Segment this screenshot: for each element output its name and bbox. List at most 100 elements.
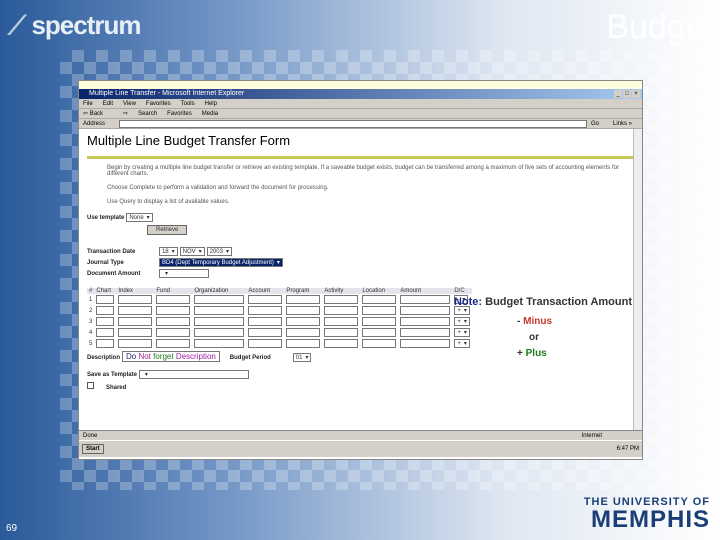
save-template-label: Save as Template [87,372,137,378]
program-input[interactable] [286,306,321,315]
back-button[interactable]: ⇦ Back [83,111,113,117]
status-bar: Done Internet [79,430,642,440]
search-button[interactable]: Search [138,111,157,117]
location-input[interactable] [362,295,397,304]
maximize-button[interactable]: □ [623,90,631,98]
activity-input[interactable] [324,317,359,326]
organization-input[interactable] [194,295,245,304]
save-template-input[interactable] [138,370,249,379]
location-input[interactable] [362,339,397,348]
index-input[interactable] [118,306,153,315]
query-text: Use Query to display a list of available… [107,199,230,205]
program-input[interactable] [286,328,321,337]
form-title: Multiple Line Budget Transfer Form [87,133,291,148]
account-input[interactable] [248,295,283,304]
account-input[interactable] [248,306,283,315]
budget-period-select[interactable]: 01 [292,353,312,362]
program-input[interactable] [286,295,321,304]
dc-select[interactable]: + [454,339,470,348]
row-number: 2 [89,307,93,314]
favorites-button[interactable]: Favorites [167,111,192,117]
menu-favorites[interactable]: Favorites [146,101,171,107]
fund-input[interactable] [156,317,191,326]
index-input[interactable] [118,328,153,337]
address-bar: Address Go Links » [79,119,642,129]
date-day-select[interactable]: 18 [158,247,178,256]
activity-input[interactable] [324,295,359,304]
forward-button[interactable]: ⇨ [123,111,128,117]
date-month-select[interactable]: NOV [179,247,205,256]
account-input[interactable] [248,317,283,326]
spectrum-logo: ⟋ spectrum [8,10,141,40]
activity-input[interactable] [324,328,359,337]
amount-input[interactable] [400,339,451,348]
organization-input[interactable] [194,339,245,348]
menu-bar: File Edit View Favorites Tools Help [79,99,642,109]
close-button[interactable]: × [632,90,640,98]
organization-input[interactable] [194,317,245,326]
row-number: 3 [89,318,93,325]
fund-input[interactable] [156,328,191,337]
fund-input[interactable] [156,306,191,315]
menu-tools[interactable]: Tools [181,101,195,107]
fund-input[interactable] [156,339,191,348]
browser-screenshot: Multiple Line Transfer - Microsoft Inter… [78,80,643,460]
menu-file[interactable]: File [83,101,93,107]
scrollbar[interactable] [633,129,642,430]
index-input[interactable] [118,339,153,348]
toolbar: ⇦ Back ⇨ Search Favorites Media [79,109,642,119]
row-number: 4 [89,329,93,336]
links-button[interactable]: Links » [613,119,632,128]
journal-type-label: Journal Type [87,260,124,266]
date-year-select[interactable]: 2003 [206,247,232,256]
organization-input[interactable] [194,328,245,337]
activity-input[interactable] [324,339,359,348]
dc-select[interactable]: + [454,328,470,337]
fund-input[interactable] [156,295,191,304]
menu-help[interactable]: Help [205,101,217,107]
amount-input[interactable] [400,328,451,337]
retrieve-button[interactable]: Retrieve [147,225,188,235]
page-content: Multiple Line Budget Transfer Form Begin… [79,129,642,430]
address-input[interactable] [119,119,587,128]
account-input[interactable] [248,339,283,348]
location-input[interactable] [362,328,397,337]
chart-input[interactable] [96,339,115,348]
location-input[interactable] [362,306,397,315]
organization-input[interactable] [194,306,245,315]
media-button[interactable]: Media [202,111,218,117]
menu-edit[interactable]: Edit [103,101,113,107]
chart-input[interactable] [96,306,115,315]
shared-checkbox[interactable] [87,382,94,389]
program-input[interactable] [286,317,321,326]
location-input[interactable] [362,317,397,326]
go-button[interactable]: Go [591,119,599,128]
row-number: 1 [89,296,93,303]
index-input[interactable] [118,317,153,326]
index-input[interactable] [118,295,153,304]
logo-text: spectrum [31,10,141,40]
table-row: 3 + [87,316,472,327]
account-input[interactable] [248,328,283,337]
use-template-select[interactable]: None [126,213,153,222]
amount-input[interactable] [400,306,451,315]
amount-input[interactable] [400,295,451,304]
chart-input[interactable] [96,295,115,304]
sign-legend: - Minus or + Plus [517,316,553,359]
journal-type-select[interactable]: BD4 (Dept Temporary Budget Adjustment) [158,258,283,267]
amount-input[interactable] [400,317,451,326]
menu-view[interactable]: View [123,101,136,107]
window-title-bar: Multiple Line Transfer - Microsoft Inter… [79,89,642,99]
shared-label: Shared [105,385,127,391]
chart-input[interactable] [96,328,115,337]
start-button[interactable]: Start [82,444,104,454]
document-amount-input[interactable] [158,269,209,278]
description-input[interactable]: Do Not forget Description [121,351,220,362]
chart-input[interactable] [96,317,115,326]
program-input[interactable] [286,339,321,348]
dc-select[interactable]: + [454,317,470,326]
activity-input[interactable] [324,306,359,315]
page-number: 69 [6,523,18,534]
clock: 6:47 PM [616,446,639,452]
minimize-button[interactable]: _ [614,90,622,98]
